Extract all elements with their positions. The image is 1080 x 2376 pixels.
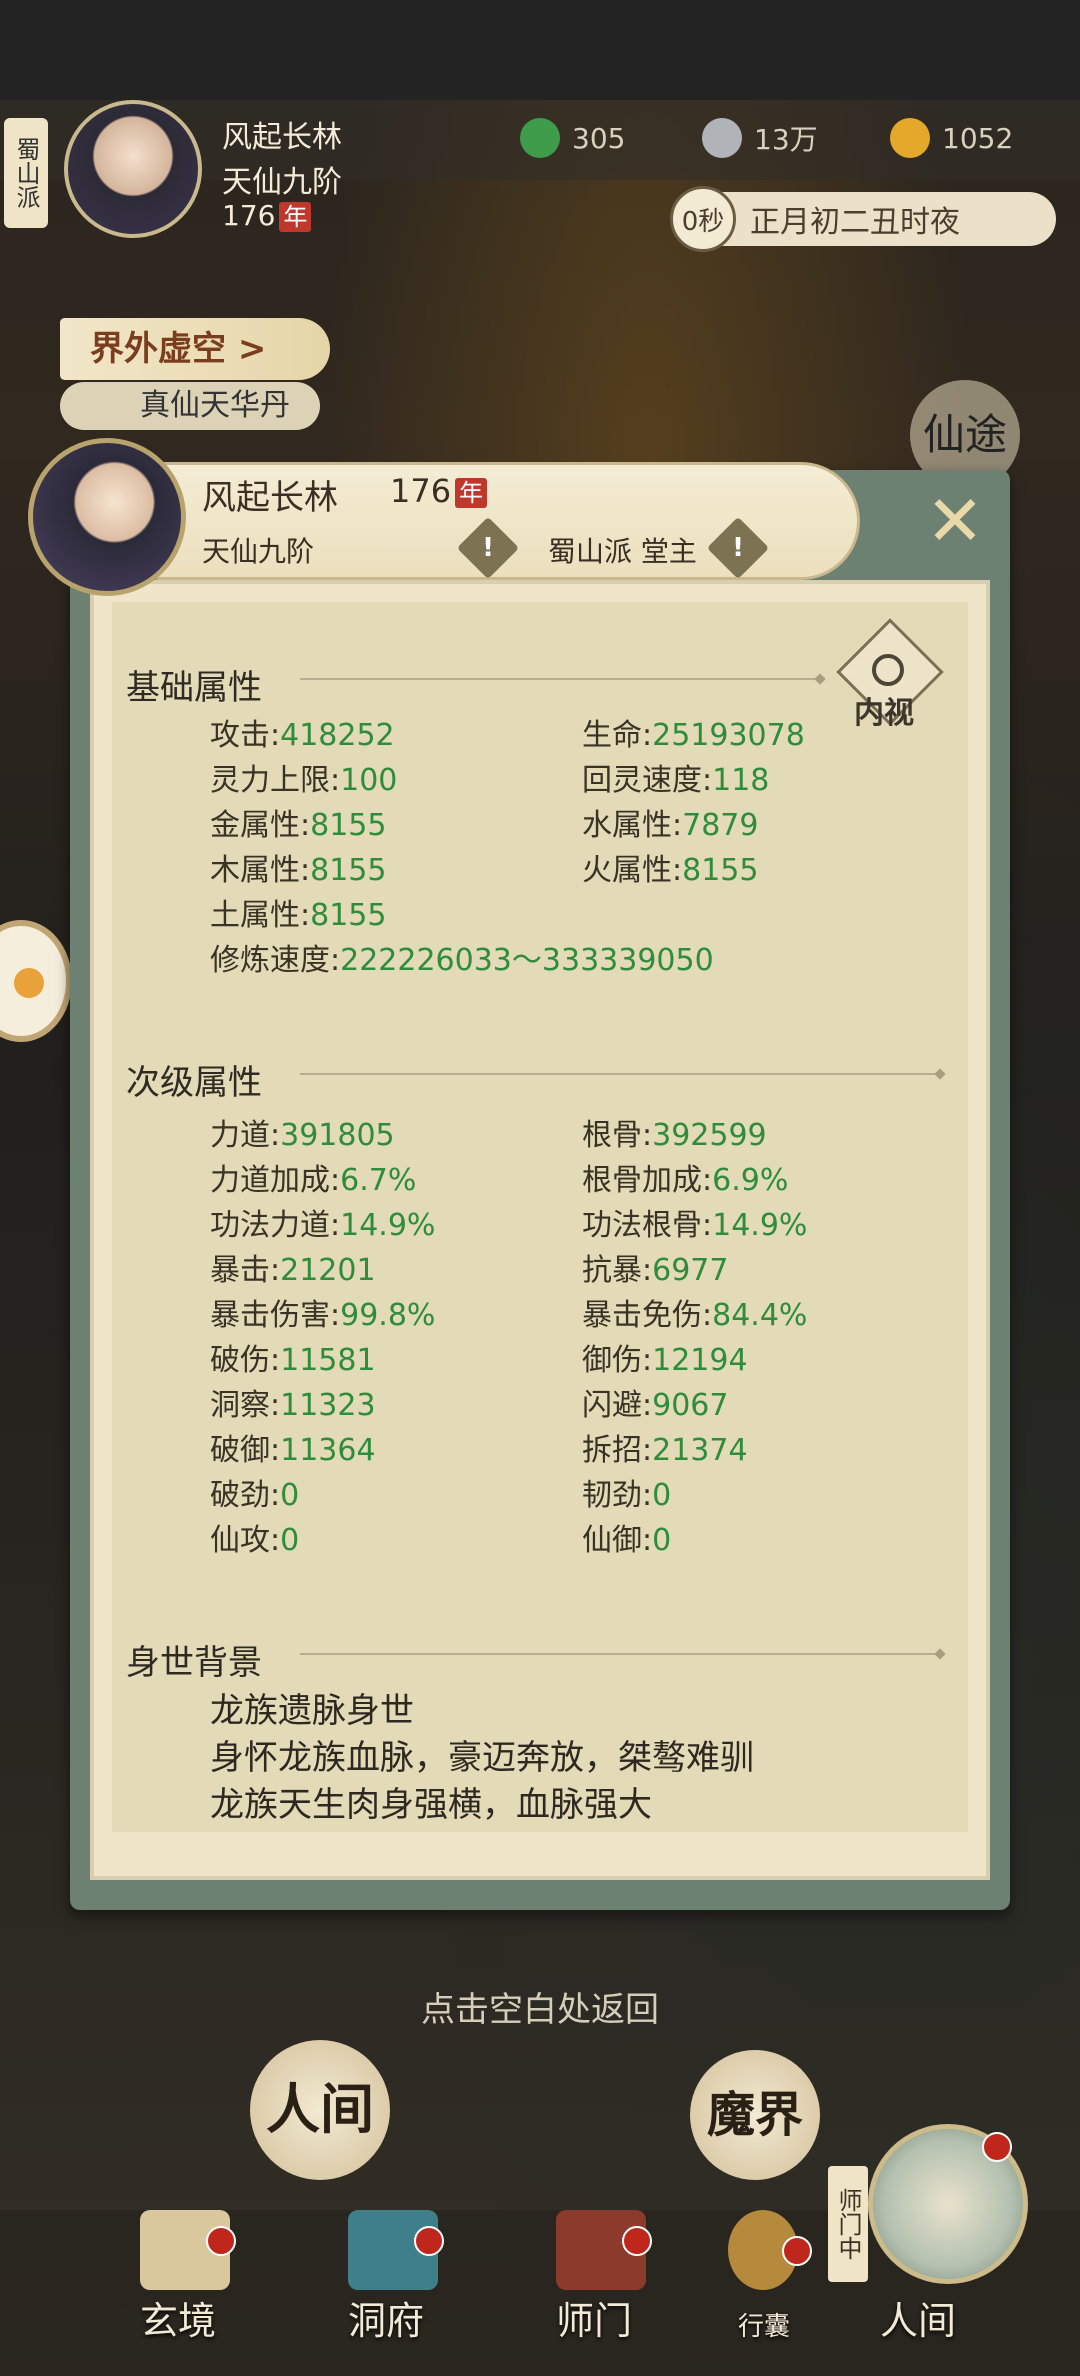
time-text: 正月初二丑时夜 bbox=[750, 205, 960, 240]
attr-strength-bonus: 力道加成:6.7% bbox=[210, 1163, 417, 1198]
panel-age: 176 年 bbox=[390, 472, 488, 510]
basic-attr-divider bbox=[300, 678, 820, 680]
attr-spirit-max: 灵力上限:100 bbox=[210, 763, 398, 798]
tap-to-return-hint: 点击空白处返回 bbox=[421, 1990, 659, 2030]
item-pill[interactable]: 真仙天华丹 bbox=[60, 382, 320, 430]
attr-break-defense: 破御:11364 bbox=[210, 1433, 376, 1468]
sect-tag[interactable]: 蜀山派 bbox=[4, 118, 48, 228]
attr-crit-damage-reduction: 暴击免伤:84.4% bbox=[582, 1298, 808, 1333]
panel-name: 风起长林 bbox=[202, 478, 338, 518]
resource-coin-value: 13万 bbox=[754, 123, 818, 156]
hud-age-value: 176 bbox=[222, 199, 276, 232]
panel-rank: 天仙九阶 bbox=[202, 535, 315, 568]
attr-immortal-defense: 仙御:0 bbox=[582, 1523, 672, 1558]
resource-gold-value: 1052 bbox=[942, 121, 1014, 155]
panel-avatar bbox=[28, 438, 186, 596]
spirit-stone-icon bbox=[520, 118, 560, 158]
badge-dot bbox=[206, 2226, 236, 2256]
realm-button[interactable]: 界外虚空 > bbox=[60, 318, 330, 380]
attr-metal: 金属性:8155 bbox=[210, 808, 387, 843]
secondary-attr-title: 次级属性 bbox=[126, 1063, 262, 1103]
game-time-pill[interactable]: 0秒 正月初二丑时夜 bbox=[670, 186, 1056, 252]
background-line-3: 龙族天生肉身强横，血脉强大 bbox=[210, 1785, 652, 1825]
nav-dongfu[interactable]: 洞府 bbox=[348, 2290, 424, 2345]
attr-wood: 木属性:8155 bbox=[210, 853, 387, 888]
time-seconds: 0秒 bbox=[670, 186, 736, 252]
attr-hp: 生命:25193078 bbox=[582, 718, 805, 753]
background-line-1: 龙族遗脉身世 bbox=[210, 1691, 414, 1731]
hud-player-age: 176 年 bbox=[222, 199, 312, 232]
inner-view-button[interactable]: 内视 bbox=[836, 618, 944, 731]
attr-strength: 力道:391805 bbox=[210, 1118, 395, 1153]
item-pill-label: 真仙天华丹 bbox=[140, 388, 290, 423]
resource-spirit-stone-value: 305 bbox=[572, 121, 626, 155]
player-avatar[interactable] bbox=[64, 100, 202, 238]
attr-constitution: 根骨:392599 bbox=[582, 1118, 767, 1153]
attr-skill-strength: 功法力道:14.9% bbox=[210, 1208, 436, 1243]
basic-attr-title: 基础属性 bbox=[126, 668, 262, 708]
background-divider bbox=[300, 1653, 940, 1655]
hud-player-rank: 天仙九阶 bbox=[222, 165, 342, 200]
attr-attack: 攻击:418252 bbox=[210, 718, 395, 753]
badge-dot bbox=[414, 2226, 444, 2256]
attr-crit: 暴击:21201 bbox=[210, 1253, 376, 1288]
nav-bag[interactable]: 行囊 bbox=[738, 2306, 790, 2343]
resource-coin[interactable]: 13万 bbox=[702, 118, 818, 158]
badge-dot bbox=[622, 2226, 652, 2256]
hud-age-badge: 年 bbox=[279, 202, 312, 232]
attr-crit-damage: 暴击伤害:99.8% bbox=[210, 1298, 436, 1333]
badge-dot bbox=[782, 2236, 812, 2266]
coin-icon bbox=[702, 118, 742, 158]
gold-ingot-icon bbox=[890, 118, 930, 158]
attr-cultivation-speed: 修炼速度:222226033～333339050 bbox=[210, 943, 714, 978]
human-world-button[interactable]: 人间 bbox=[250, 2040, 390, 2180]
attr-water: 水属性:7879 bbox=[582, 808, 759, 843]
secondary-attr-divider bbox=[300, 1073, 940, 1075]
attr-immortal-attack: 仙攻:0 bbox=[210, 1523, 300, 1558]
inner-view-label: 内视 bbox=[854, 696, 914, 731]
badge-dot bbox=[982, 2132, 1012, 2162]
nav-shimen[interactable]: 师门 bbox=[556, 2290, 632, 2345]
panel-sect-role: 蜀山派 堂主 bbox=[548, 535, 697, 568]
nav-xuanjing[interactable]: 玄境 bbox=[140, 2290, 216, 2345]
attr-fire: 火属性:8155 bbox=[582, 853, 759, 888]
rank-info-icon[interactable]: ! bbox=[456, 516, 520, 580]
resource-spirit-stone[interactable]: 305 bbox=[520, 118, 625, 158]
panel-age-value: 176 bbox=[390, 472, 452, 510]
hud-player-name: 风起长林 bbox=[222, 120, 342, 155]
panel-age-badge: 年 bbox=[455, 478, 488, 508]
nav-human[interactable]: 人间 bbox=[880, 2290, 956, 2345]
shimen-tag: 师门中 bbox=[828, 2166, 868, 2282]
attr-break-force: 破劲:0 bbox=[210, 1478, 300, 1513]
attr-crit-resist: 抗暴:6977 bbox=[582, 1253, 729, 1288]
attr-parry: 拆招:21374 bbox=[582, 1433, 748, 1468]
attr-spirit-regen: 回灵速度:118 bbox=[582, 763, 770, 798]
attr-skill-constitution: 功法根骨:14.9% bbox=[582, 1208, 808, 1243]
eye-icon bbox=[872, 654, 904, 686]
attr-defense-damage: 御伤:12194 bbox=[582, 1343, 748, 1378]
dice-icon bbox=[14, 968, 44, 998]
attr-pierce: 破伤:11581 bbox=[210, 1343, 376, 1378]
demon-world-button[interactable]: 魔界 bbox=[690, 2050, 820, 2180]
resource-gold[interactable]: 1052 bbox=[890, 118, 1013, 158]
attr-insight: 洞察:11323 bbox=[210, 1388, 376, 1423]
attr-earth: 土属性:8155 bbox=[210, 898, 387, 933]
status-bar-area bbox=[0, 0, 1080, 100]
attr-constitution-bonus: 根骨加成:6.9% bbox=[582, 1163, 789, 1198]
attr-dodge: 闪避:9067 bbox=[582, 1388, 729, 1423]
background-line-2: 身怀龙族血脉，豪迈奔放，桀骜难驯 bbox=[210, 1738, 754, 1778]
close-icon[interactable]: ✕ bbox=[918, 484, 992, 558]
sect-info-icon[interactable]: ! bbox=[706, 516, 770, 580]
attr-toughness: 韧劲:0 bbox=[582, 1478, 672, 1513]
background-title: 身世背景 bbox=[126, 1643, 262, 1683]
